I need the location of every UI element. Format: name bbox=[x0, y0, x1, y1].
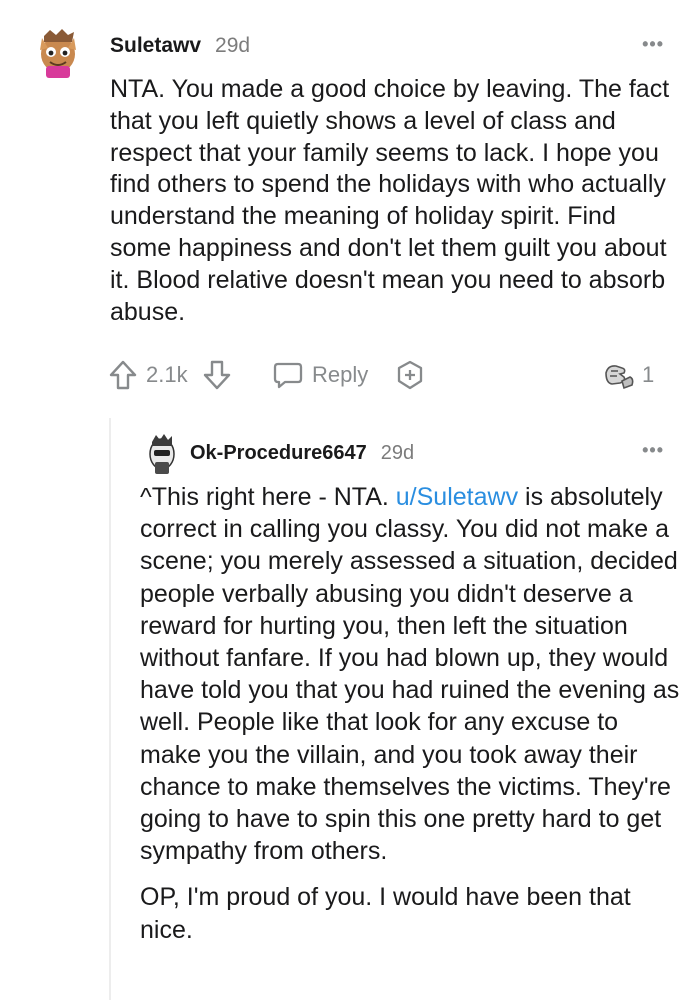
avatar[interactable] bbox=[36, 26, 80, 78]
vote-score: 2.1k bbox=[146, 362, 188, 387]
comment-header: Suletawv 29d bbox=[110, 34, 250, 58]
user-mention-link[interactable]: u/Suletawv bbox=[396, 483, 518, 511]
reply-label: Reply bbox=[312, 362, 369, 387]
upvote-button[interactable] bbox=[108, 355, 138, 395]
reply-button[interactable]: Reply bbox=[272, 355, 368, 395]
author-name[interactable]: Suletawv bbox=[110, 34, 201, 58]
comment-age: 29d bbox=[215, 34, 251, 57]
arrow-up-icon bbox=[109, 360, 137, 390]
comment-text: is absolutely correct in calling you cla… bbox=[140, 483, 680, 866]
award-button[interactable] bbox=[394, 355, 426, 395]
fist-bump-award-icon bbox=[605, 365, 634, 390]
comment-header: Ok-Procedure6647 29d bbox=[190, 442, 414, 465]
plus-circle-icon bbox=[397, 360, 423, 390]
award-badge[interactable]: 1 bbox=[602, 355, 654, 395]
avatar[interactable] bbox=[146, 432, 178, 476]
downvote-button[interactable] bbox=[202, 355, 232, 395]
author-name[interactable]: Ok-Procedure6647 bbox=[190, 442, 367, 465]
comment-body: ^This right here - NTA. u/Suletawv is ab… bbox=[140, 481, 680, 960]
comment-text: ^This right here - NTA. bbox=[140, 483, 396, 511]
arrow-down-icon bbox=[203, 360, 231, 390]
award-count: 1 bbox=[642, 362, 655, 387]
speech-bubble-icon bbox=[273, 362, 303, 389]
comment-actions: 2.1k Reply 1 bbox=[108, 355, 668, 395]
comment-age: 29d bbox=[380, 442, 415, 464]
comment-paragraph: ^This right here - NTA. u/Suletawv is ab… bbox=[140, 481, 680, 867]
thread-line[interactable] bbox=[109, 418, 111, 1000]
more-options-icon[interactable]: ••• bbox=[642, 34, 664, 55]
comment-paragraph: OP, I'm proud of you. I would have been … bbox=[140, 883, 631, 944]
more-options-icon[interactable]: ••• bbox=[642, 440, 664, 461]
comment-body: NTA. You made a good choice by leaving. … bbox=[110, 74, 680, 328]
comment-text: NTA. You made a good choice by leaving. … bbox=[110, 75, 670, 326]
